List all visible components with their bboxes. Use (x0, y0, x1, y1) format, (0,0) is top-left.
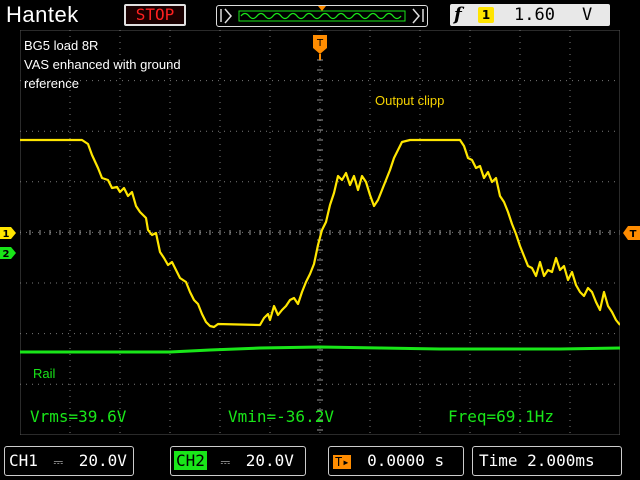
measurement-vrms: Vrms=39.6V (30, 407, 127, 426)
ch2-scale-value: 20.0V (245, 451, 294, 470)
timebase-value: Time 2.000ms (479, 451, 595, 470)
measurement-freq: Freq=69.1Hz (448, 407, 554, 426)
timeline-waveform-icon (220, 6, 424, 24)
ch1-marker-label: 1 (3, 229, 10, 240)
annotation-line-1: BG5 load 8R (24, 38, 99, 53)
trigger-level-value: 1.60 (514, 5, 555, 25)
bottom-status-bar: CH1 ⎓ 20.0V CH2 ⎓ 20.0V T▸ 0.0000 s Time… (0, 442, 640, 480)
graticule-and-traces: T (19, 29, 621, 436)
annotation-line-3: reference (24, 76, 79, 91)
ch1-scale-box[interactable]: CH1 ⎓ 20.0V (4, 446, 134, 476)
ch1-label: CH1 (9, 451, 38, 470)
trigger-position-box[interactable]: T▸ 0.0000 s (328, 446, 464, 476)
run-stop-button[interactable]: STOP (124, 4, 186, 26)
trigger-position-icon: T▸ (333, 455, 352, 469)
annotation-line-2: VAS enhanced with ground (24, 57, 181, 72)
ch2-marker-label: 2 (3, 249, 10, 260)
waveform-display[interactable]: T BG5 load 8R VAS enhanced with ground r… (19, 29, 621, 436)
trigger-edge-icon: f (454, 4, 462, 25)
timebase-box[interactable]: Time 2.000ms (472, 446, 622, 476)
trigger-channel-badge: 1 (478, 7, 494, 23)
trigger-level-marker[interactable]: T (620, 225, 640, 241)
annotation-rail: Rail (33, 366, 56, 381)
ch2-label: CH2 (174, 451, 207, 470)
dc-coupling-icon: ⎓ (53, 455, 64, 469)
trigger-level-marker-label: T (630, 229, 637, 240)
top-bar: Hantek STOP f 1 1.60 V (0, 0, 640, 30)
trigger-position-value: 0.0000 s (367, 451, 445, 470)
trigger-level-unit: V (582, 5, 593, 25)
trigger-position-label: T (316, 38, 324, 49)
memory-timeline[interactable] (216, 5, 428, 27)
ch2-scale-box[interactable]: CH2 ⎓ 20.0V (170, 446, 306, 476)
ch1-scale-value: 20.0V (78, 451, 127, 470)
run-state-label: STOP (126, 6, 184, 24)
measurement-vmin: Vmin=-36.2V (228, 407, 334, 426)
annotation-output-clip: Output clipp (375, 93, 445, 108)
channel-markers: 1 2 (0, 227, 16, 260)
dc-coupling-icon: ⎓ (220, 455, 231, 469)
brand-logo: Hantek (6, 2, 79, 27)
trigger-info-panel[interactable]: f 1 1.60 V (450, 4, 610, 26)
